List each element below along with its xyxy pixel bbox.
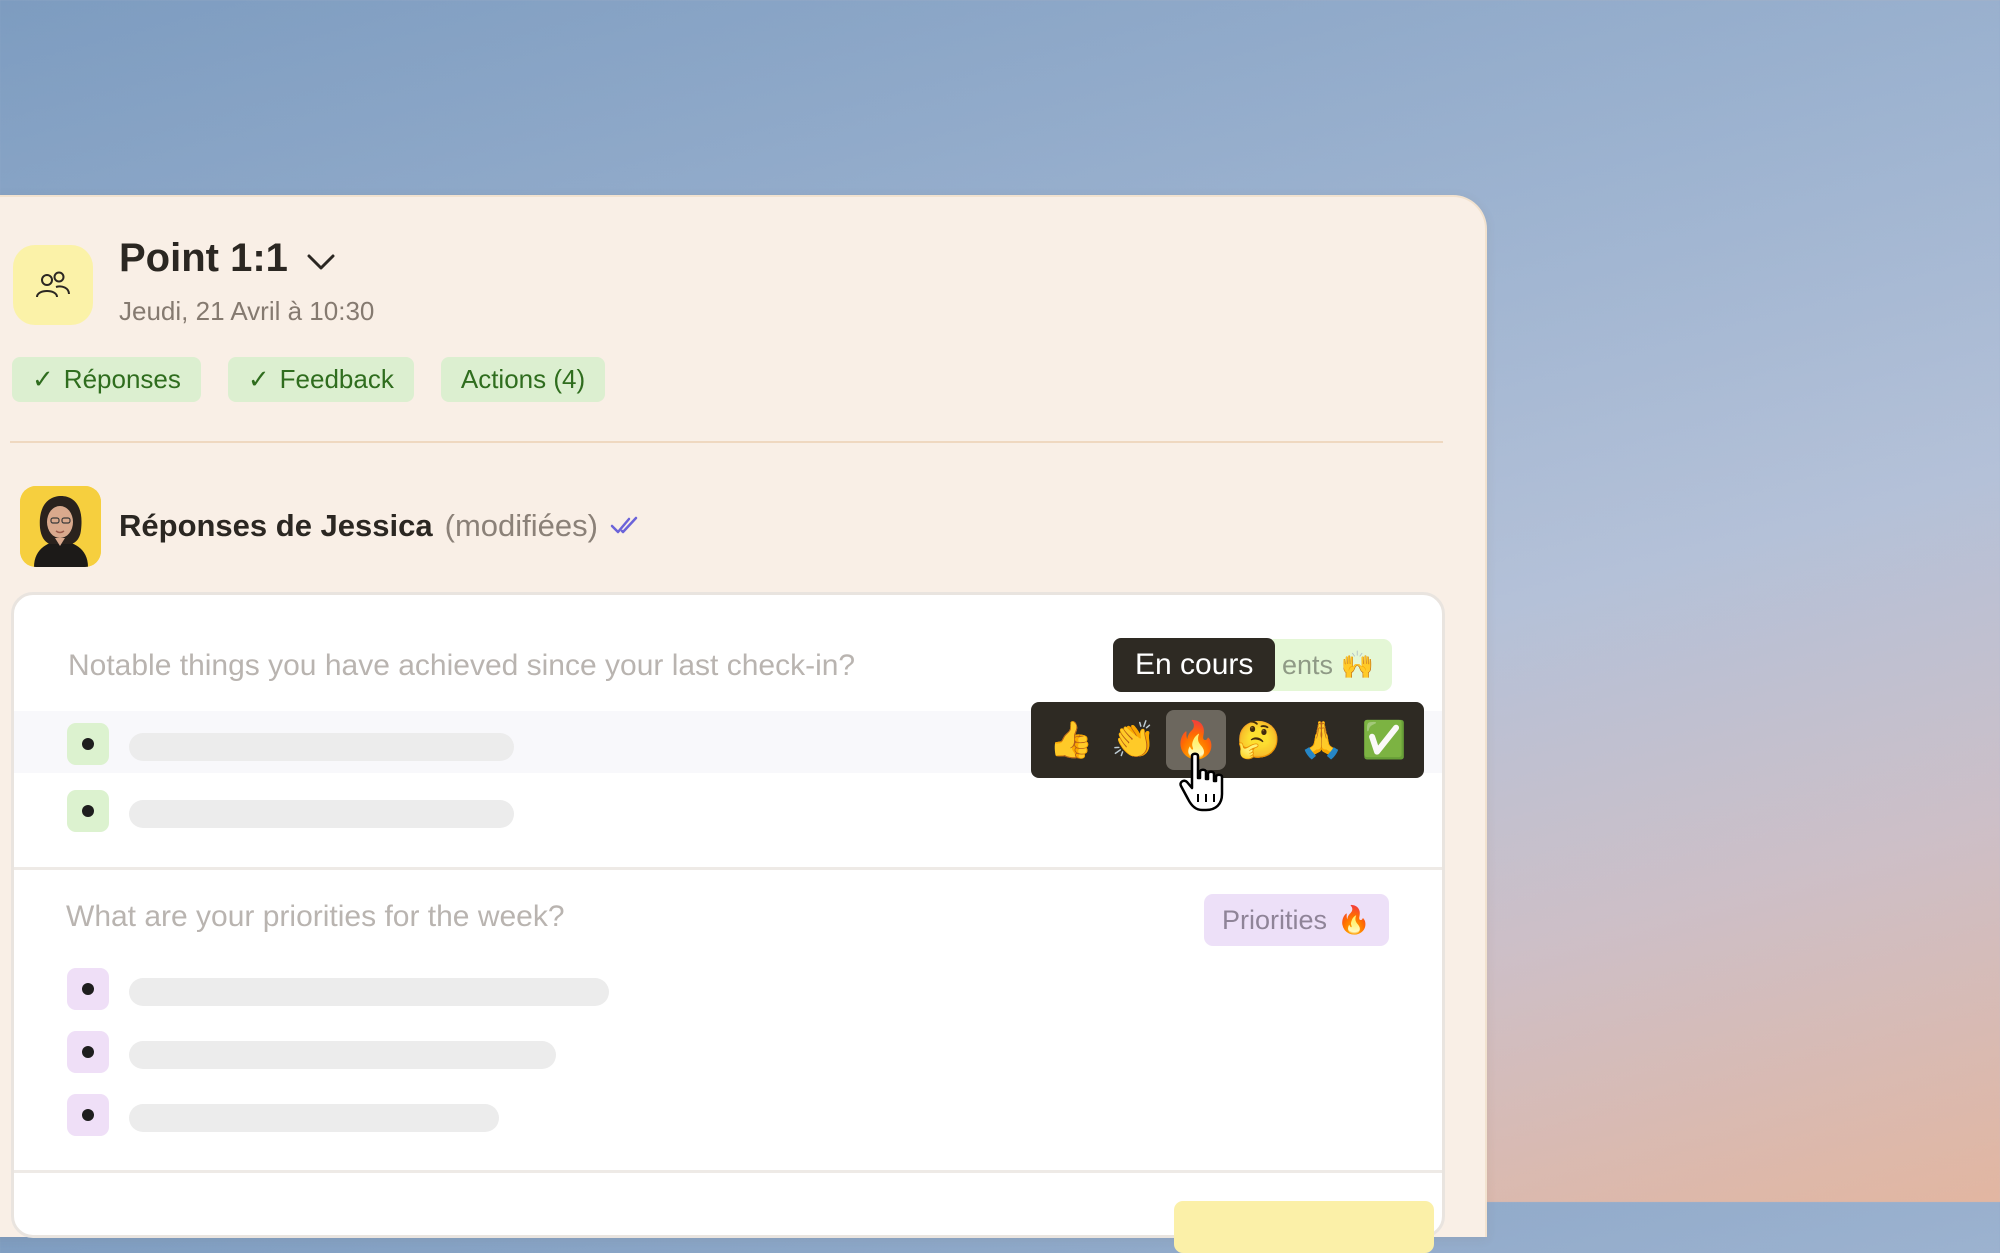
tab-label: Actions (4) [460,364,586,394]
chevron-down-icon[interactable] [306,253,336,271]
bullet [67,723,109,765]
tab-reponses[interactable]: ✓ Réponses [12,357,201,402]
responses-status: (modifiées) [444,508,598,543]
check-icon: ✓ [247,364,270,394]
divider [10,441,1443,443]
achievements-badge[interactable]: ents 🙌 [1264,639,1393,691]
avatar [20,486,101,567]
list-item[interactable] [14,1082,1442,1144]
tab-feedback[interactable]: ✓ Feedback [227,357,414,402]
thinking-icon[interactable]: 🤔 [1229,710,1289,770]
reaction-tooltip: En cours [1113,638,1276,692]
clap-icon[interactable]: 👏 [1104,710,1164,770]
responses-name: Réponses de Jessica [119,508,433,543]
responses-heading: Réponses de Jessica (modifiées) [119,508,642,544]
section-tabs: ✓ Réponses ✓ Feedback Actions (4) [12,357,606,402]
bullet [67,1094,109,1136]
list-item[interactable] [14,956,1442,1018]
people-icon [13,245,93,325]
priorities-badge[interactable]: Priorities 🔥 [1204,894,1389,946]
question-text: Notable things you have achieved since y… [68,649,856,682]
tab-actions[interactable]: Actions (4) [440,357,606,402]
meeting-title-text: Point 1:1 [119,236,288,280]
tab-label: Feedback [279,364,394,394]
next-section-badge[interactable] [1174,1201,1434,1253]
question-text: What are your priorities for the week? [66,900,565,933]
tab-label: Réponses [63,364,181,394]
placeholder-line [129,733,514,761]
placeholder-line [129,1104,499,1132]
check-icon[interactable]: ✅ [1354,710,1414,770]
bullet [67,968,109,1010]
fire-icon: 🔥 [1337,905,1371,935]
question-section: What are your priorities for the week? P… [14,870,1442,1173]
hand-cursor-icon [1178,752,1230,819]
double-check-icon [610,508,642,544]
list-item[interactable] [14,1019,1442,1081]
thumbs-up-icon[interactable]: 👍 [1041,710,1101,770]
placeholder-line [129,1041,556,1069]
bullet [67,1031,109,1073]
bullet [67,790,109,832]
meeting-title[interactable]: Point 1:1 [119,236,336,281]
meeting-date: Jeudi, 21 Avril à 10:30 [119,296,375,326]
placeholder-line [129,978,609,1006]
pray-icon[interactable]: 🙏 [1291,710,1351,770]
placeholder-line [129,800,514,828]
badge-label: Priorities [1222,904,1328,935]
check-icon: ✓ [32,364,54,394]
